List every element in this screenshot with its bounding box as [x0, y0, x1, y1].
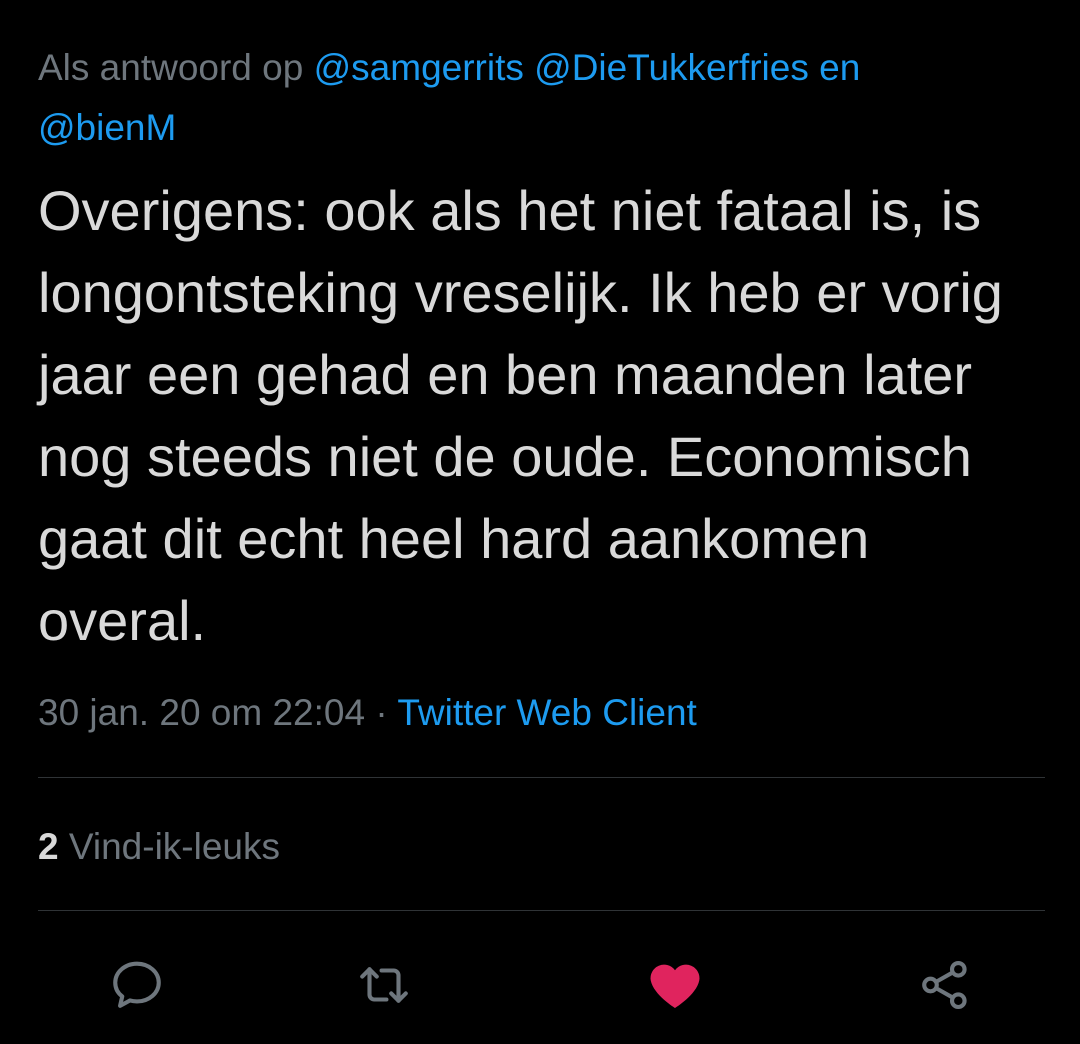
reply-icon: [113, 961, 161, 1008]
reply-conjunction: en: [819, 47, 861, 88]
tweet-meta: 30 jan. 20 om 22:04 · Twitter Web Client: [38, 687, 697, 739]
likes-count: 2: [38, 826, 59, 867]
likes-summary[interactable]: 2 Vind-ik-leuks: [38, 822, 280, 872]
heart-icon-fill: [650, 964, 700, 1008]
reply-context: Als antwoord op @samgerrits @DieTukkerfr…: [38, 38, 1038, 158]
divider: [38, 910, 1045, 911]
heart-icon: [650, 964, 700, 1008]
share-icon: [922, 960, 967, 1010]
retweet-icon: [360, 967, 408, 1003]
mention-dietukkerfries-link[interactable]: @DieTukkerfries: [534, 47, 809, 88]
meta-separator: ·: [375, 692, 388, 733]
like-button[interactable]: [645, 955, 705, 1015]
tweet-actions: [0, 955, 1080, 1015]
tweet-timestamp[interactable]: 30 jan. 20 om 22:04: [38, 692, 365, 733]
tweet-client-link[interactable]: Twitter Web Client: [397, 692, 697, 733]
reply-button[interactable]: [107, 955, 167, 1015]
tweet-text: Overigens: ook als het niet fataal is, i…: [38, 179, 1003, 652]
retweet-button[interactable]: [354, 955, 414, 1015]
mention-bienm-link[interactable]: @bienM: [38, 107, 176, 148]
divider: [38, 777, 1045, 778]
share-button[interactable]: [915, 955, 975, 1015]
likes-label: Vind-ik-leuks: [68, 826, 280, 867]
reply-prefix: Als antwoord op: [38, 47, 304, 88]
mention-samgerrits-link[interactable]: @samgerrits: [314, 47, 524, 88]
